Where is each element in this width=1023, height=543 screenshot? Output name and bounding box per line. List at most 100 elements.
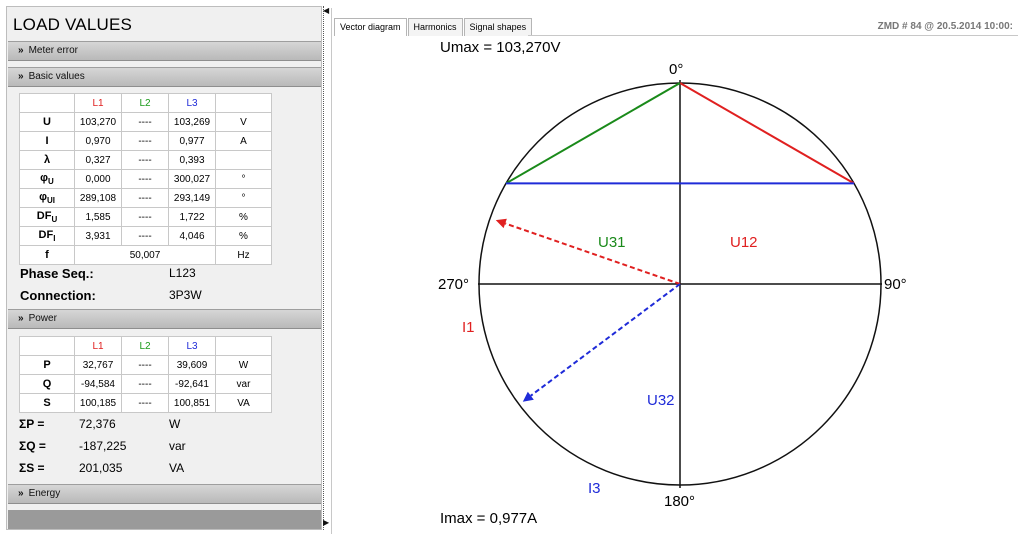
vector-u31 [505,82,681,185]
table-row: S 100,185 ---- 100,851 VA [19,393,272,413]
table-row: U 103,270 ---- 103,269 V [19,112,272,132]
cell-unit: var [215,374,272,394]
cell-l1: 0,970 [74,131,122,151]
section-energy[interactable]: » Energy [8,484,321,504]
row-label: f [19,245,75,265]
cell-l3: 300,027 [168,169,216,189]
table-row: I 0,970 ---- 0,977 A [19,131,272,151]
sum-s-value: 201,035 [79,461,123,475]
cell-l3: 4,046 [168,226,216,246]
vector-u12 [679,82,855,185]
label-u32: U32 [647,392,675,409]
row-label: Q [19,374,75,394]
cell-l1: 289,108 [74,188,122,208]
cell-l2: ---- [121,150,169,170]
cell-l1: 100,185 [74,393,122,413]
row-label: φU [19,169,75,189]
cell-l1: 1,585 [74,207,122,227]
section-meter-error-label: Meter error [28,45,79,56]
section-basic-values-label: Basic values [28,71,85,82]
header-l1: L1 [74,336,122,356]
row-label: φUI [19,188,75,208]
expand-chevron-icon: » [18,45,24,56]
label-u12: U12 [730,234,758,251]
cell-l2: ---- [121,188,169,208]
collapse-chevron-icon: » [18,313,24,324]
header-l1: L1 [74,93,122,113]
vector-i1 [504,222,681,285]
label-u31: U31 [598,234,626,251]
cell-l2: ---- [121,226,169,246]
cell-unit: Hz [215,245,272,265]
cell-unit: ° [215,188,272,208]
sum-s-label: ΣS = [19,461,45,475]
sum-p-label: ΣP = [19,417,45,431]
table-row: Q -94,584 ---- -92,641 var [19,374,272,394]
panel-splitter[interactable] [323,6,329,530]
header-l2: L2 [121,93,169,113]
vector-view-panel: Vector diagram Harmonics Signal shapes Z… [331,8,1018,534]
arrowhead-i1-icon [495,218,507,229]
cell-l1: 3,931 [74,226,122,246]
label-i1: I1 [462,319,475,336]
phase-seq-label: Phase Seq.: [20,266,94,281]
cell-unit: W [215,355,272,375]
section-energy-label: Energy [28,488,61,499]
cell-l2: ---- [121,131,169,151]
header-l2: L2 [121,336,169,356]
table-row: φUI 289,108 ---- 293,149 ° [19,188,272,208]
table-row: P 32,767 ---- 39,609 W [19,355,272,375]
section-power-label: Power [28,313,57,324]
angle-label-top: 0° [669,61,683,78]
connection-value: 3P3W [169,288,202,302]
splitter-arrow-left-icon[interactable]: ◀ [323,6,329,15]
frequency-value: 50,007 [74,245,216,265]
cell-l1: 0,000 [74,169,122,189]
imax-label: Imax = 0,977A [440,510,538,527]
section-basic-values[interactable]: » Basic values [8,67,321,87]
vector-diagram: 0° 90° 180° 270° U12 U31 U32 I1 I3 [438,61,907,510]
vector-i3 [530,283,681,397]
expand-chevron-icon: » [18,488,24,499]
load-values-panel: LOAD VALUES » Meter error » Basic values L… [6,6,322,530]
sum-q-label: ΣQ = [19,439,46,453]
cell-unit: V [215,112,272,132]
panel-footer-bar [8,510,321,529]
cell-l3: 103,269 [168,112,216,132]
angle-label-left: 270° [438,276,469,293]
cell-l3: 0,393 [168,150,216,170]
cell-l3: 293,149 [168,188,216,208]
power-table: L1 L2 L3 P 32,767 ---- 39,609 W Q -94,58… [19,336,272,413]
sum-q-unit: var [169,439,186,453]
cell-unit [215,150,272,170]
sum-q-value: -187,225 [79,439,127,453]
arrowhead-i3-icon [522,391,534,402]
cell-l2: ---- [121,355,169,375]
cell-l2: ---- [121,393,169,413]
cell-l2: ---- [121,207,169,227]
collapse-chevron-icon: » [18,71,24,82]
cell-l3: 100,851 [168,393,216,413]
sum-p-value: 72,376 [79,417,116,431]
section-power[interactable]: » Power [8,309,321,329]
cell-l3: -92,641 [168,374,216,394]
table-row-frequency: f 50,007 Hz [19,245,272,265]
angle-label-right: 90° [884,276,907,293]
table-row: λ 0,327 ---- 0,393 [19,150,272,170]
row-label: DFU [19,207,75,227]
cell-l1: 0,327 [74,150,122,170]
row-label: λ [19,150,75,170]
panel-title: LOAD VALUES [13,15,133,34]
cell-l2: ---- [121,112,169,132]
table-row: φU 0,000 ---- 300,027 ° [19,169,272,189]
cell-l2: ---- [121,374,169,394]
cell-unit: ° [215,169,272,189]
cell-unit: VA [215,393,272,413]
umax-label: Umax = 103,270V [440,39,561,56]
cell-unit: A [215,131,272,151]
cell-l1: -94,584 [74,374,122,394]
splitter-arrow-right-icon[interactable]: ▶ [323,518,329,527]
cell-unit: % [215,226,272,246]
cell-unit: % [215,207,272,227]
section-meter-error[interactable]: » Meter error [8,41,321,61]
